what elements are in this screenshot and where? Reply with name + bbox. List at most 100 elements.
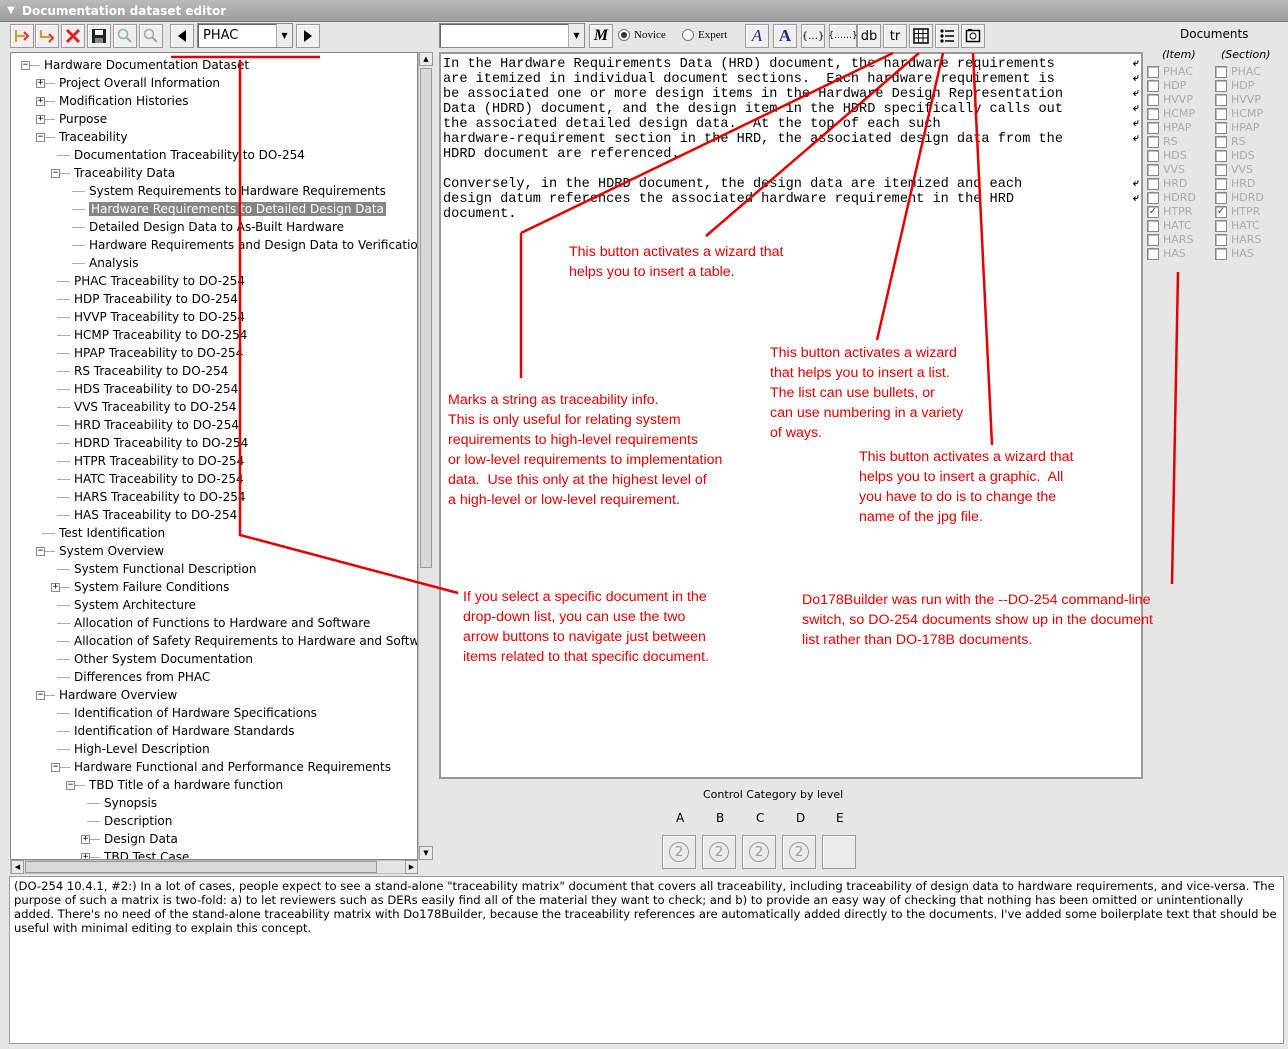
doc-section-checkbox[interactable] [1215, 178, 1227, 190]
doc-item-checkbox[interactable] [1147, 108, 1159, 120]
tree-item[interactable]: HPAP Traceability to DO-254 [74, 344, 243, 362]
tree-vertical-scrollbar[interactable]: ▲ ▼ [418, 52, 433, 860]
tree-item[interactable]: HDS Traceability to DO-254 [74, 380, 238, 398]
doc-item-checkbox[interactable] [1147, 136, 1159, 148]
expand-icon[interactable]: + [36, 79, 45, 88]
doc-section-checkbox[interactable] [1215, 136, 1227, 148]
traceability-wide-button[interactable]: {……} [828, 24, 858, 48]
doc-section-checkbox[interactable] [1215, 248, 1227, 260]
tree-item[interactable]: Differences from PHAC [74, 668, 210, 686]
tree-item[interactable]: Documentation Traceability to DO-254 [74, 146, 305, 164]
control-category-button[interactable]: 2 [662, 835, 696, 869]
tree-horizontal-scrollbar[interactable]: ◀ ▶ [10, 860, 418, 874]
document-select[interactable]: PHAC ▼ [197, 23, 293, 48]
doc-section-checkbox[interactable] [1215, 94, 1227, 106]
doc-section-checkbox[interactable] [1215, 164, 1227, 176]
editor-text[interactable]: In the Hardware Requirements Data (HRD) … [443, 57, 1139, 222]
tree-item[interactable]: HATC Traceability to DO-254 [74, 470, 244, 488]
tree-item[interactable]: System Failure Conditions [74, 578, 229, 596]
tr-button[interactable]: tr [883, 24, 907, 48]
tree-item[interactable]: Identification of Hardware Standards [74, 722, 294, 740]
doc-item-checkbox[interactable] [1147, 178, 1159, 190]
db-button[interactable]: db [857, 24, 881, 48]
control-category-button[interactable]: 2 [742, 835, 776, 869]
control-category-button[interactable]: 2 [782, 835, 816, 869]
insert-sibling-icon[interactable] [10, 24, 34, 48]
expand-icon[interactable]: + [36, 97, 45, 106]
find-next-icon[interactable] [139, 24, 163, 48]
collapse-icon[interactable]: − [36, 691, 45, 700]
tree-item[interactable]: Traceability [59, 128, 128, 146]
italic-button[interactable]: A [745, 24, 769, 48]
tree-item[interactable]: Hardware Overview [59, 686, 177, 704]
insert-list-button[interactable] [935, 24, 959, 48]
tree-item[interactable]: Synopsis [104, 794, 157, 812]
tree-item[interactable]: Allocation of Functions to Hardware and … [74, 614, 370, 632]
h-scroll-thumb[interactable] [25, 861, 377, 873]
tree-item[interactable]: RS Traceability to DO-254 [74, 362, 228, 380]
tree-item[interactable]: Analysis [89, 254, 138, 272]
help-text-area[interactable]: (DO-254 10.4.1, #2:) In a lot of cases, … [9, 876, 1284, 1044]
tree-item[interactable]: Design Data [104, 830, 178, 848]
tree-item[interactable]: Hardware Functional and Performance Requ… [74, 758, 391, 776]
novice-radio[interactable]: Novice [618, 29, 666, 41]
control-category-button[interactable]: 2 [702, 835, 736, 869]
tree-item[interactable]: Purpose [59, 110, 107, 128]
scroll-down-icon[interactable]: ▼ [419, 846, 433, 860]
traceability-button[interactable]: {…} [801, 24, 825, 48]
monospace-style-button[interactable]: M [589, 24, 613, 48]
tree-item[interactable]: Hardware Documentation Dataset [44, 56, 249, 74]
novice-radio-dot[interactable] [618, 29, 630, 41]
doc-section-checkbox[interactable]: ✓ [1215, 206, 1227, 218]
expand-icon[interactable]: + [81, 835, 90, 844]
find-icon[interactable] [113, 24, 137, 48]
tree-item[interactable]: High-Level Description [74, 740, 210, 758]
collapse-icon[interactable]: − [51, 169, 60, 178]
tree-item[interactable]: System Requirements to Hardware Requirem… [89, 182, 386, 200]
tree-item[interactable]: HAS Traceability to DO-254 [74, 506, 237, 524]
doc-section-checkbox[interactable] [1215, 122, 1227, 134]
bold-button[interactable]: A [773, 24, 797, 48]
collapse-icon[interactable]: − [21, 61, 30, 70]
tree-item[interactable]: Hardware Requirements to Detailed Design… [89, 200, 386, 218]
tree-item[interactable]: HVVP Traceability to DO-254 [74, 308, 245, 326]
doc-section-checkbox[interactable] [1215, 220, 1227, 232]
doc-item-checkbox[interactable] [1147, 192, 1159, 204]
doc-item-checkbox[interactable] [1147, 234, 1159, 246]
style-select[interactable]: ▼ [439, 23, 585, 48]
doc-section-checkbox[interactable] [1215, 150, 1227, 162]
tree-item[interactable]: Hardware Requirements and Design Data to… [89, 236, 417, 254]
expand-icon[interactable]: + [36, 115, 45, 124]
insert-child-icon[interactable] [35, 24, 59, 48]
tree-item[interactable]: System Architecture [74, 596, 196, 614]
tree-item[interactable]: HRD Traceability to DO-254 [74, 416, 239, 434]
expand-icon[interactable]: + [81, 853, 90, 859]
tree-item[interactable]: Project Overall Information [59, 74, 220, 92]
insert-graphic-button[interactable] [961, 24, 985, 48]
window-menu-icon[interactable]: ▼ [4, 4, 18, 18]
scroll-right-icon[interactable]: ▶ [405, 860, 418, 874]
doc-item-checkbox[interactable] [1147, 164, 1159, 176]
tree-item[interactable]: Modification Histories [59, 92, 189, 110]
tree-item[interactable]: HTPR Traceability to DO-254 [74, 452, 244, 470]
tree-item[interactable]: HDRD Traceability to DO-254 [74, 434, 248, 452]
doc-item-checkbox[interactable] [1147, 122, 1159, 134]
collapse-icon[interactable]: − [36, 547, 45, 556]
tree-item[interactable]: System Functional Description [74, 560, 256, 578]
prev-item-button[interactable] [170, 24, 194, 48]
control-category-button[interactable] [822, 835, 856, 869]
tree-item[interactable]: Detailed Design Data to As-Built Hardwar… [89, 218, 344, 236]
tree-item[interactable]: VVS Traceability to DO-254 [74, 398, 236, 416]
doc-section-checkbox[interactable] [1215, 80, 1227, 92]
tree-item[interactable]: Identification of Hardware Specification… [74, 704, 317, 722]
doc-item-checkbox[interactable] [1147, 66, 1159, 78]
doc-section-checkbox[interactable] [1215, 192, 1227, 204]
save-icon[interactable] [87, 24, 111, 48]
doc-item-checkbox[interactable] [1147, 94, 1159, 106]
scroll-up-icon[interactable]: ▲ [419, 52, 433, 66]
tree-item[interactable]: System Overview [59, 542, 164, 560]
expert-radio[interactable]: Expert [682, 29, 727, 41]
doc-item-checkbox[interactable]: ✓ [1147, 206, 1159, 218]
tree-item[interactable]: TBD Title of a hardware function [89, 776, 283, 794]
collapse-icon[interactable]: − [51, 763, 60, 772]
